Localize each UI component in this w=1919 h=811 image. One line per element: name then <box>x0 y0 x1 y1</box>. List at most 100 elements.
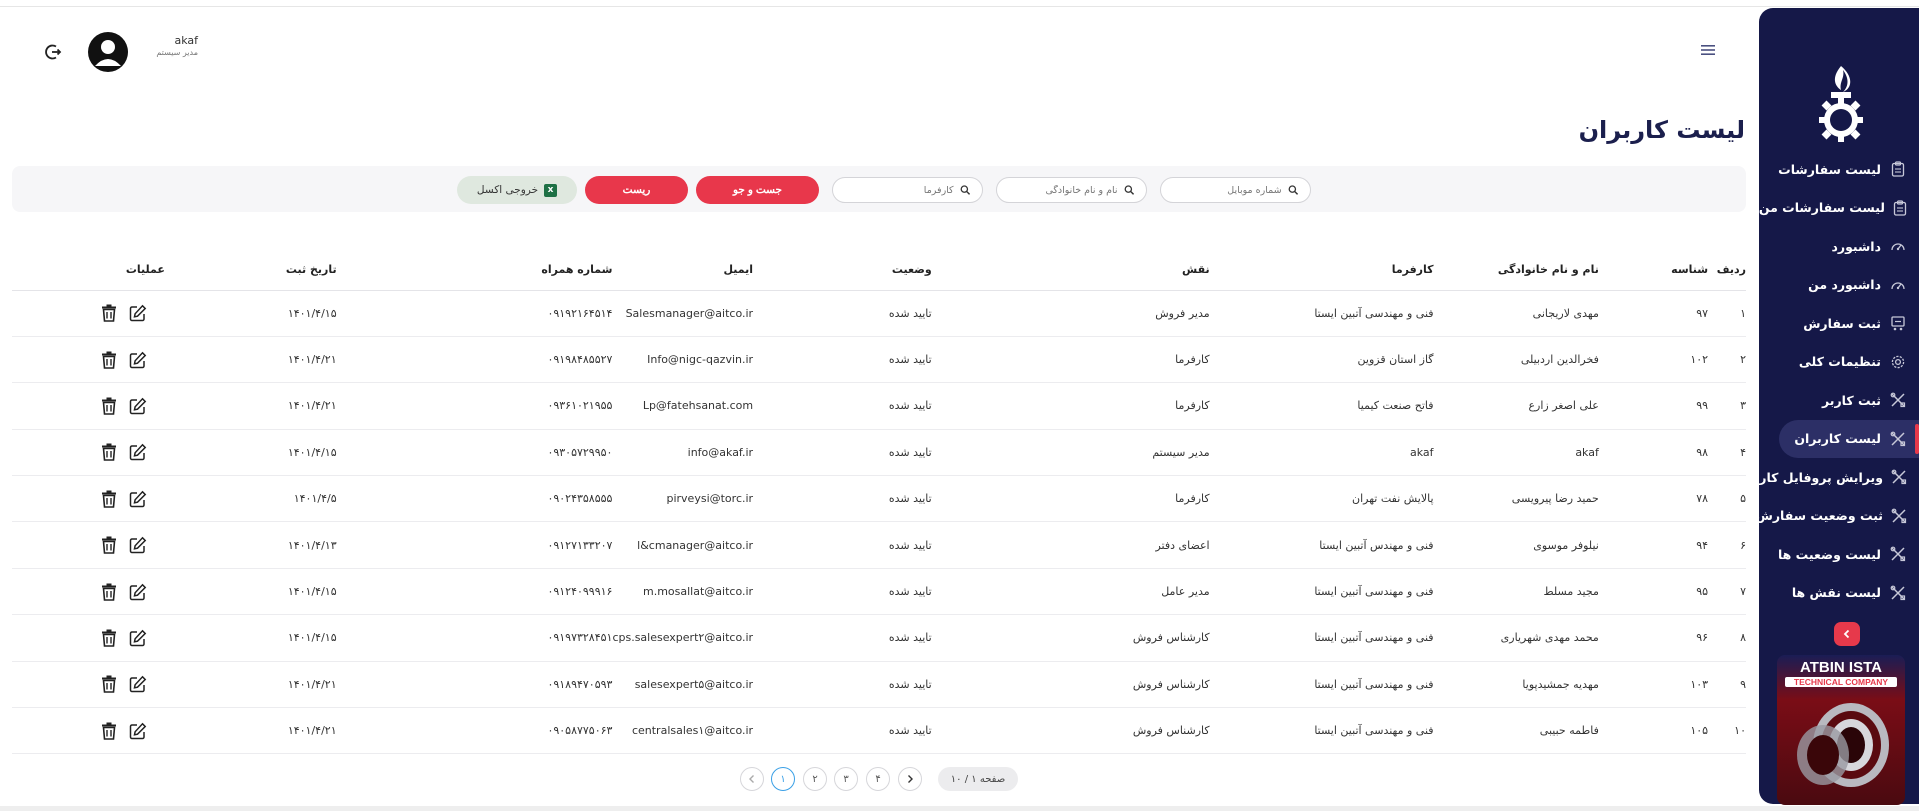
mobile-number-cell: ۰۹۱۲۴۰۹۹۹۱۶ <box>336 568 613 616</box>
email-cell: l&cmanager@aitco.ir <box>612 521 754 569</box>
edit-pencil-icon[interactable] <box>129 629 147 647</box>
page-button-3[interactable]: ۳ <box>834 767 858 791</box>
operations-cell <box>12 336 165 384</box>
sidebar-item-label: ویرایش پروفایل کاربری <box>1735 469 1883 485</box>
status-cell: تایید شده <box>753 429 932 477</box>
column-header[interactable]: کارفرما <box>1209 250 1434 291</box>
delete-trash-icon[interactable] <box>100 351 118 369</box>
sidebar-item-6[interactable]: تنظیمات کلی <box>1759 343 1919 382</box>
page-button-2[interactable]: ۲ <box>803 767 827 791</box>
column-header[interactable]: ایمیل <box>612 250 754 291</box>
sidebar-collapse-button[interactable] <box>1834 622 1860 646</box>
sidebar-item-3[interactable]: داشبورد <box>1759 227 1919 266</box>
sidebar-item-1[interactable]: لیست سفارشات <box>1759 150 1919 189</box>
delete-trash-icon[interactable] <box>100 722 118 740</box>
delete-trash-icon[interactable] <box>100 490 118 508</box>
sidebar-item-12[interactable]: لیست نقش ها <box>1759 574 1919 613</box>
full-name-cell: مهدی لاریجانی <box>1433 290 1599 337</box>
employer-cell: فاتح صنعت کیمیا <box>1209 382 1434 430</box>
chevron-left-icon <box>749 775 754 783</box>
email-cell: info@akaf.ir <box>612 429 754 477</box>
logout-icon[interactable] <box>44 42 64 62</box>
edit-pencil-icon[interactable] <box>129 583 147 601</box>
column-header[interactable]: شماره همراه <box>336 250 613 291</box>
sidebar-item-11[interactable]: لیست وضعیت ها <box>1759 535 1919 574</box>
sidebar-item-9[interactable]: ویرایش پروفایل کاربری <box>1735 458 1919 497</box>
column-header[interactable]: شناسه <box>1598 250 1709 291</box>
mobile-input[interactable] <box>1173 184 1282 196</box>
row-number-cell: ۱ <box>1708 290 1746 337</box>
row-number-cell: ۲ <box>1708 336 1746 384</box>
row-number-cell: ۱۰ <box>1708 707 1746 755</box>
sidebar-item-10[interactable]: ثبت وضعیت سفارش <box>1756 497 1919 536</box>
edit-pencil-icon[interactable] <box>129 397 147 415</box>
column-header[interactable]: ردیف <box>1708 250 1746 291</box>
register-date-cell: ۱۴۰۱/۴/۱۵ <box>164 429 337 477</box>
role-cell: کارفرما <box>931 475 1210 523</box>
employer-cell: پالایش نفت تهران <box>1209 475 1434 523</box>
search-button[interactable]: جست و جو <box>696 176 819 204</box>
sidebar-item-8[interactable]: لیست کاربران <box>1779 419 1919 458</box>
sidebar-item-2[interactable]: لیست سفارشات من <box>1759 189 1919 228</box>
edit-pencil-icon[interactable] <box>129 304 147 322</box>
column-header[interactable]: نقش <box>931 250 1210 291</box>
sidebar-item-7[interactable]: ثبت کاربر <box>1759 381 1919 420</box>
bottom-border <box>0 806 1919 811</box>
edit-pencil-icon[interactable] <box>129 351 147 369</box>
delete-trash-icon[interactable] <box>100 443 118 462</box>
bearing-image <box>1797 703 1889 787</box>
status-cell: تایید شده <box>753 661 932 709</box>
page-info: صفحه ۱ / ۱۰ <box>938 767 1018 791</box>
reset-button[interactable]: ریست <box>585 176 688 204</box>
full-name-cell: محمد مهدی شهریاری <box>1433 614 1599 662</box>
employer-search-field[interactable] <box>832 177 983 203</box>
edit-pencil-icon[interactable] <box>129 722 147 740</box>
mobile-search-field[interactable] <box>1160 177 1311 203</box>
delete-trash-icon[interactable] <box>100 397 118 415</box>
employer-input[interactable] <box>845 184 954 196</box>
banner-title: ATBIN ISTA <box>1800 659 1882 676</box>
delete-trash-icon[interactable] <box>100 583 118 601</box>
search-icon <box>1124 185 1134 195</box>
page-button-4[interactable]: ۴ <box>866 767 890 791</box>
operations-cell <box>12 382 165 430</box>
operations-cell <box>12 475 165 523</box>
edit-pencil-icon[interactable] <box>129 490 147 508</box>
gauge-icon <box>1889 276 1907 294</box>
excel-export-button[interactable]: x خروجی اکسل <box>457 176 577 204</box>
column-header[interactable]: وضعیت <box>753 250 932 291</box>
tools-icon <box>1889 391 1907 409</box>
mobile-number-cell: ۰۹۱۹۷۳۲۸۴۵۱ <box>336 614 613 662</box>
pagination-prev-button[interactable] <box>898 767 922 791</box>
table-row: ۵ ۷۸ حمید رضا پیرویسی پالایش نفت تهران کارفر… <box>12 475 1746 523</box>
company-banner[interactable]: ATBIN ISTA TECHNICAL COMPANY <box>1777 655 1905 805</box>
edit-pencil-icon[interactable] <box>129 443 147 461</box>
column-header[interactable]: نام و نام خانوادگی <box>1433 250 1599 291</box>
full-name-cell: مجید مسلط <box>1433 568 1599 616</box>
sidebar-item-4[interactable]: داشبورد من <box>1759 266 1919 305</box>
column-header[interactable]: تاریخ ثبت <box>164 250 337 291</box>
delete-trash-icon[interactable] <box>100 304 118 322</box>
gear-icon <box>1889 353 1907 371</box>
page-button-1[interactable]: ۱ <box>771 767 795 791</box>
hamburger-menu-icon[interactable] <box>1700 43 1718 57</box>
full-name-cell: فخرالدین اردبیلی <box>1433 336 1599 384</box>
register-date-cell: ۱۴۰۱/۴/۱۳ <box>164 521 337 569</box>
table-row: ۱۰ ۱۰۵ فاطمه حبیبی فنی و مهندسی آتبین ایستا… <box>12 707 1746 755</box>
role-cell: کارشناس فروش <box>931 707 1210 755</box>
status-cell: تایید شده <box>753 707 932 755</box>
avatar[interactable] <box>88 32 128 72</box>
delete-trash-icon[interactable] <box>100 629 118 647</box>
edit-pencil-icon[interactable] <box>129 675 147 693</box>
email-cell: m.mosallat@aitco.ir <box>612 568 754 616</box>
sidebar-item-5[interactable]: ثبت سفارش <box>1759 304 1919 343</box>
user-id-cell: ۷۸ <box>1598 475 1709 523</box>
delete-trash-icon[interactable] <box>100 536 118 554</box>
operations-cell <box>12 521 165 569</box>
pagination-next-button[interactable] <box>740 767 764 791</box>
edit-pencil-icon[interactable] <box>129 536 147 554</box>
name-search-field[interactable] <box>996 177 1147 203</box>
delete-trash-icon[interactable] <box>100 675 118 694</box>
employer-cell: فنی و مهندسی آتبین ایستا <box>1209 614 1434 662</box>
name-input[interactable] <box>1009 184 1118 196</box>
